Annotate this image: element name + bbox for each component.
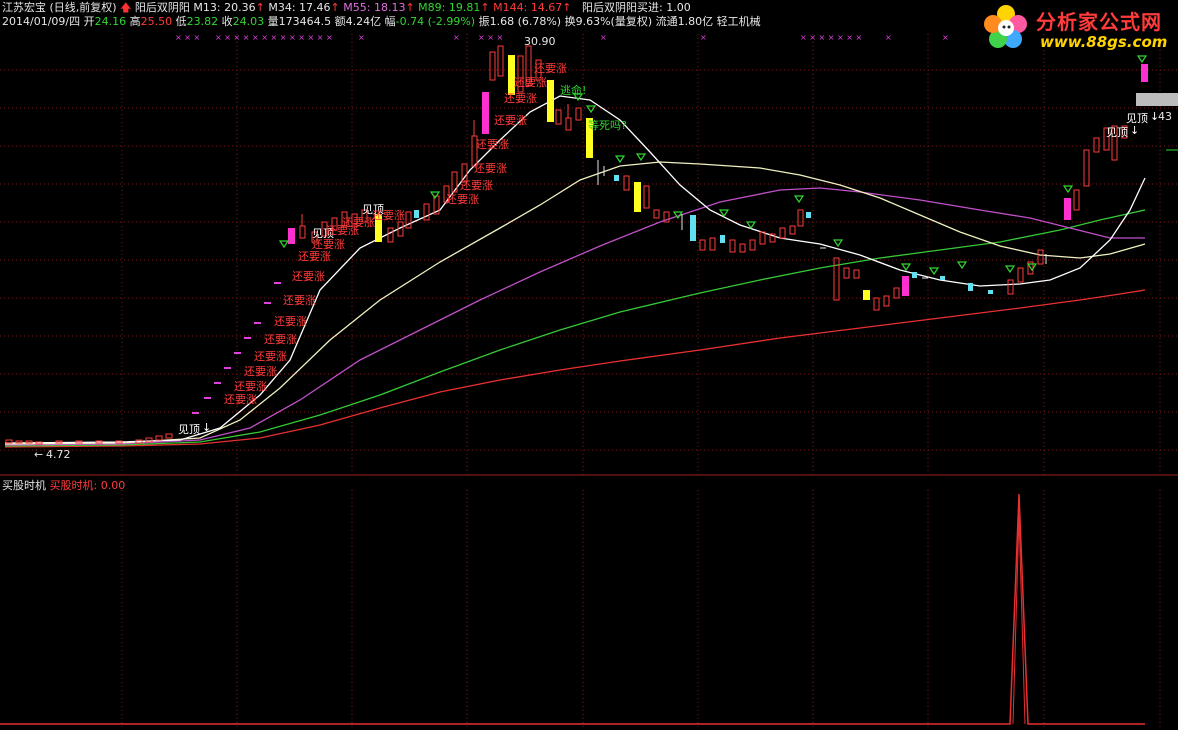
- ma144-line: [4, 289, 1146, 448]
- svg-text:× × ×: × × ×: [478, 33, 503, 42]
- svg-text:×: ×: [453, 33, 460, 42]
- candle: [165, 433, 173, 439]
- flower-logo-icon: [984, 5, 1027, 48]
- time-grid: [121, 34, 1161, 476]
- ma89-line: [4, 209, 1146, 447]
- current-price-tag: [1136, 93, 1178, 106]
- svg-text:× × × × × × × × × × × × ×: × × × × × × × × × × × × ×: [215, 33, 333, 42]
- svg-text:×: ×: [942, 33, 949, 42]
- top-signal-marks: × × × × × × × × × × × × × × × × × × × × …: [175, 33, 949, 42]
- sub-time-grid: [121, 490, 1161, 730]
- candle: [15, 440, 23, 444]
- price-chart[interactable]: × × × × × × × × × × × × × × × × × × × × …: [0, 0, 1178, 476]
- svg-text:×: ×: [885, 33, 892, 42]
- candle: [5, 439, 13, 444]
- buy-timing-chart[interactable]: [0, 476, 1178, 730]
- ma34-line: [4, 161, 1146, 445]
- svg-text:× × × × × × ×: × × × × × × ×: [800, 33, 862, 42]
- candle: [155, 435, 163, 441]
- candle: [25, 440, 33, 444]
- svg-text:×: ×: [700, 33, 707, 42]
- logo-title: 分析家公式网: [1036, 10, 1162, 34]
- buy-timing-line: [0, 493, 1145, 725]
- logo-url: www.88gs.com: [1040, 33, 1168, 51]
- ma13-line: [4, 95, 1146, 444]
- ma55-line: [4, 187, 1145, 446]
- svg-text:×: ×: [358, 33, 365, 42]
- svg-text:× × ×: × × ×: [175, 33, 200, 42]
- svg-text:×: ×: [600, 33, 607, 42]
